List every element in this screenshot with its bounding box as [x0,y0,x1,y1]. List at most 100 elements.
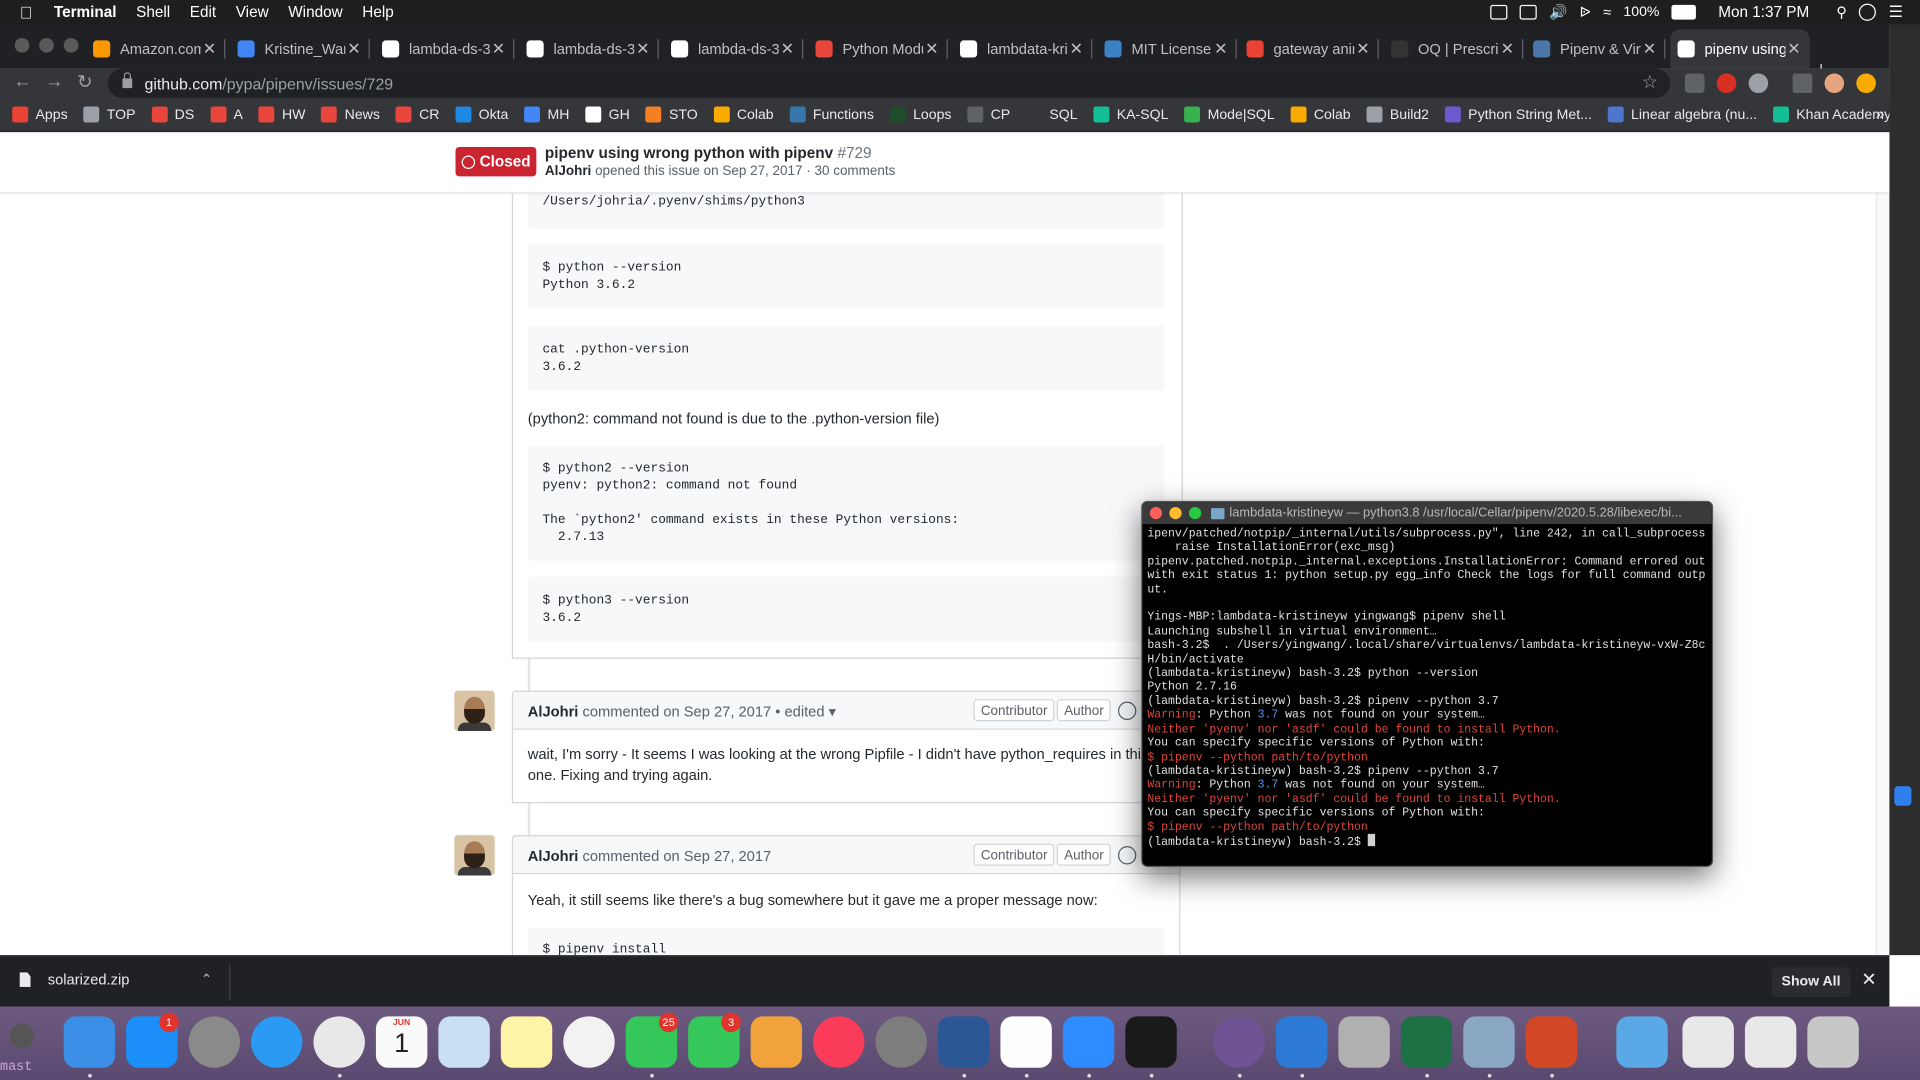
vscode-icon[interactable] [1275,1016,1328,1068]
issue-author-link[interactable]: AlJohri [545,164,591,179]
notification-center-icon[interactable]: ☰ [1889,2,1903,22]
excel-icon[interactable] [1400,1016,1453,1068]
notification-icon[interactable] [1894,786,1912,806]
extension-icon[interactable] [1748,73,1769,94]
bookmark-item[interactable]: STO [645,106,698,123]
tab[interactable]: Python Modul✕ [808,29,948,68]
battery-percent[interactable]: 100% [1623,5,1659,20]
chevron-up-icon[interactable]: ⌃ [201,971,212,987]
back-arrow-icon[interactable]: ← [13,71,31,92]
tab[interactable]: MIT License ✕ [1097,29,1237,68]
minimize-window-button[interactable] [39,37,54,53]
bookmark-item[interactable]: Loops [889,106,951,123]
edited-chevron-icon[interactable]: ▾ [829,703,836,720]
airplay-icon[interactable] [1519,4,1537,20]
cast-icon[interactable] [1792,73,1813,94]
image-capture-icon[interactable] [1463,1016,1515,1068]
tab[interactable]: Pipenv & Virtu✕ [1526,29,1666,68]
adblock-icon[interactable] [1716,73,1737,94]
zoom-window-button[interactable] [63,37,79,53]
menu-app-name[interactable]: Terminal [54,4,117,21]
tab-close-icon[interactable]: ✕ [490,39,507,59]
lock-icon[interactable] [122,72,133,89]
profile-avatar[interactable] [1824,73,1845,94]
tab-close-icon[interactable]: ✕ [634,39,651,59]
avatar[interactable] [454,835,495,876]
trash-icon[interactable] [1807,1016,1859,1068]
music-icon[interactable] [813,1016,865,1068]
tab[interactable]: lambda-ds-3 ✕ [375,29,515,68]
tab-active[interactable]: pipenv using w✕ [1670,29,1810,69]
bookmark-item[interactable]: MH [524,106,569,123]
finder-icon[interactable] [63,1016,116,1068]
tab[interactable]: gateway anim✕ [1239,29,1379,68]
tab[interactable]: OQ | Prescrip ✕ [1384,29,1524,68]
menu-shell[interactable]: Shell [136,4,170,21]
zoom-app-icon[interactable] [1062,1016,1115,1068]
spotlight-icon[interactable]: ⚲ [1836,4,1847,21]
downloads-folder-icon[interactable] [1616,1016,1668,1068]
notes-icon[interactable] [500,1016,553,1068]
system-prefs-small-icon[interactable] [9,1023,35,1049]
github-desktop-icon[interactable] [1213,1016,1265,1068]
close-window-button[interactable] [1149,506,1163,520]
extension-menu-icon[interactable] [1684,73,1705,94]
tab-close-icon[interactable]: ✕ [1068,39,1085,59]
wifi-icon[interactable]: ≈ [1603,4,1611,21]
reload-icon[interactable]: ↻ [77,71,92,93]
bookmark-item[interactable]: A [210,106,243,123]
tab[interactable]: Amazon.com ✕ [86,29,226,68]
bookmark-item[interactable]: CR [395,106,439,123]
chrome-app-icon[interactable] [1682,1016,1734,1068]
bookmark-item[interactable]: Colab [1290,106,1351,123]
pages-icon[interactable] [750,1016,803,1068]
terminal-icon[interactable] [1125,1016,1177,1068]
tab-close-icon[interactable]: ✕ [1499,39,1516,59]
add-reaction-icon[interactable] [1117,701,1137,721]
battery-icon[interactable] [1671,4,1697,20]
add-reaction-icon[interactable] [1117,846,1137,865]
comment-author-link[interactable]: AlJohri [528,847,579,864]
bookmarks-overflow-icon[interactable]: » [1876,104,1885,122]
preview-icon[interactable] [438,1016,490,1068]
system-preferences-icon[interactable] [875,1016,927,1068]
bookmark-item[interactable]: CP [967,106,1010,123]
menu-window[interactable]: Window [288,4,342,21]
photos-icon[interactable] [563,1016,615,1068]
menu-help[interactable]: Help [362,4,393,21]
apple-menu-icon[interactable]:  [20,4,37,21]
bookmark-item[interactable]: Linear algebra (nu... [1607,106,1757,123]
tab[interactable]: lambda-ds-3 ✕ [519,29,659,68]
bookmark-item[interactable]: KA-SQL [1093,106,1168,123]
avatar[interactable] [454,690,495,732]
download-item[interactable]: solarized.zip [19,971,129,988]
slack-icon[interactable] [1000,1016,1052,1068]
word-icon[interactable] [937,1016,990,1068]
menubar-clock[interactable]: Mon 1:37 PM [1718,4,1809,21]
bookmark-item[interactable]: Mode|SQL [1184,106,1275,123]
bookmark-item[interactable]: SQL [1026,106,1078,123]
tab[interactable]: Kristine_Wang✕ [230,29,370,68]
tab-close-icon[interactable]: ✕ [345,39,362,59]
bookmark-star-icon[interactable]: ☆ [1641,71,1657,93]
bookmark-item[interactable]: DS [151,106,194,123]
bookmark-item[interactable]: News [321,106,380,123]
show-all-button[interactable]: Show All [1771,967,1851,997]
bookmark-item[interactable]: HW [258,106,305,123]
comment-author-link[interactable]: AlJohri [528,703,579,720]
update-icon[interactable] [1856,73,1876,94]
zoom-icon[interactable] [1490,4,1508,20]
bookmark-item[interactable]: TOP [83,106,135,123]
forward-arrow-icon[interactable]: → [45,71,63,92]
tab[interactable]: lambdata-kris ✕ [953,29,1093,68]
menu-edit[interactable]: Edit [190,4,216,21]
tab-close-icon[interactable]: ✕ [201,39,218,59]
launchpad-icon[interactable] [188,1016,241,1068]
terminal-titlebar[interactable]: lambdata-kristineyw — python3.8 /usr/loc… [1142,502,1712,525]
zoom-window-button[interactable] [1188,506,1202,520]
menu-view[interactable]: View [236,4,269,21]
tab-close-icon[interactable]: ✕ [1785,39,1802,59]
bookmark-item[interactable]: Apps [12,106,68,123]
tab-close-icon[interactable]: ✕ [923,39,940,59]
terminal-output[interactable]: ipenv/patched/notpip/_internal/utils/sub… [1142,524,1711,851]
